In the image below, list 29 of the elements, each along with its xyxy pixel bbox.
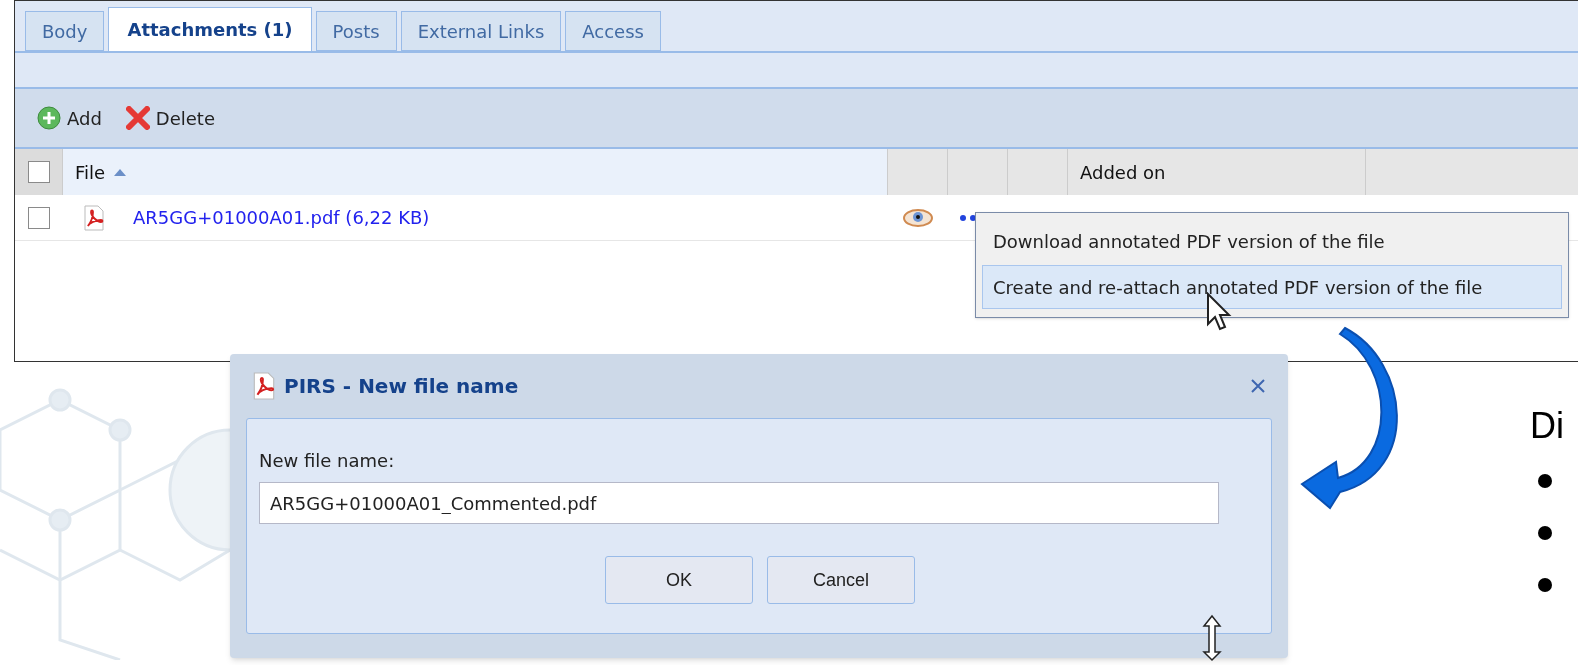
checkbox[interactable] [28, 206, 50, 229]
file-link[interactable]: AR5GG+01000A01.pdf (6,22 KB) [133, 204, 430, 231]
bullet-icon [1538, 526, 1552, 540]
tab[interactable]: Posts [315, 11, 397, 51]
file-name-input[interactable]: AR5GG+01000A01_Commented.pdf [259, 482, 1219, 524]
tab[interactable]: Attachments (1) [108, 7, 312, 51]
delete-button[interactable]: Delete [125, 104, 215, 132]
eye-icon[interactable] [903, 207, 933, 228]
dialog-button[interactable]: OK [605, 556, 753, 604]
mouse-pointer-icon [1206, 292, 1232, 332]
menu-item[interactable]: Create and re-attach annotated PDF version of the file [982, 265, 1562, 309]
field-label: New file name: [259, 449, 396, 473]
tab[interactable]: External Links [400, 11, 562, 51]
menu-item[interactable]: Download annotated PDF version of the file [982, 221, 1562, 261]
bullet-icon [1538, 578, 1552, 592]
column-header[interactable]: File [63, 149, 887, 195]
delete-icon [125, 106, 150, 130]
close-icon [1250, 378, 1266, 394]
tab[interactable]: Access [565, 11, 661, 51]
close-button[interactable] [1250, 378, 1266, 394]
pdf-file-icon [81, 204, 107, 231]
dialog-button[interactable]: Cancel [767, 556, 915, 604]
checkbox[interactable] [27, 161, 50, 183]
tab[interactable]: Body [25, 11, 105, 51]
add-button[interactable]: Add [37, 104, 102, 132]
slide-heading: Di [1530, 408, 1564, 444]
dialog-title: PIRS - New file name [284, 373, 519, 400]
bullet-icon [1538, 474, 1552, 488]
plus-circle-icon [37, 106, 61, 130]
